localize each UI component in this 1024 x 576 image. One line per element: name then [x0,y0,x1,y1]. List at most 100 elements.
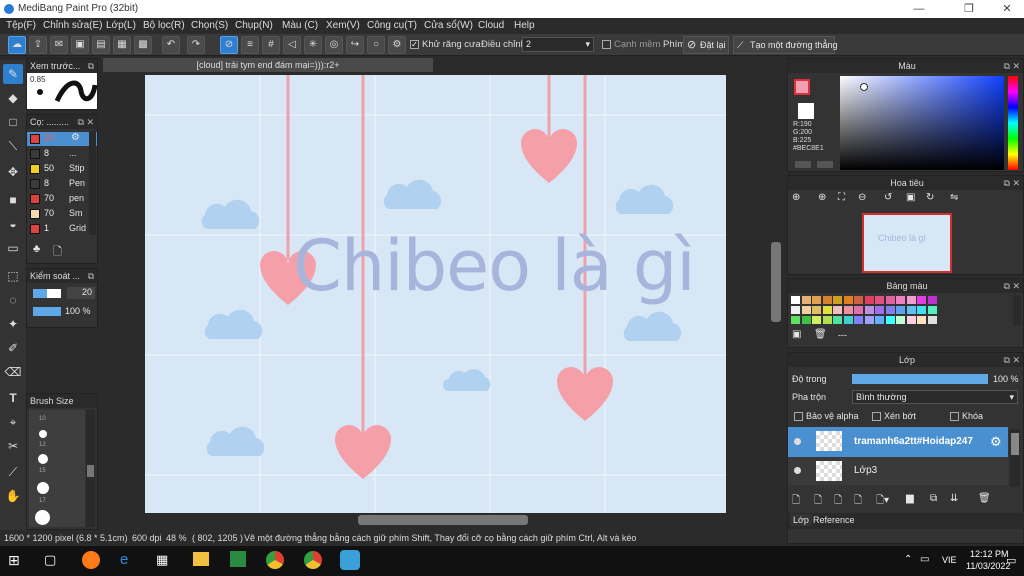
snap-radial-icon[interactable]: ✳ [304,36,322,54]
menu-file[interactable]: Tệp(F) [6,20,36,31]
eyedropper-tool-icon[interactable]: ⟋ [3,462,23,482]
firefox-icon[interactable] [82,551,100,569]
palette-swatch[interactable] [833,296,842,304]
grid-icon[interactable]: ▩ [134,36,152,54]
flip-icon[interactable]: ⇋ [950,192,958,203]
size-dot[interactable] [35,510,50,525]
snap-circle-icon[interactable]: ◎ [325,36,343,54]
minimize-button[interactable]: — [904,0,934,18]
palette-swatch[interactable] [927,316,937,324]
line-tool-icon[interactable]: ⟍ [3,136,23,156]
palette-swatch[interactable] [906,296,916,304]
palette-swatch[interactable] [875,296,884,304]
snap-cross-icon[interactable]: # [262,36,280,54]
fill-rect-tool-icon[interactable]: ■ [3,190,23,210]
size-dot[interactable] [37,482,49,494]
brush-item[interactable]: 50 Stip [27,162,97,176]
palette-swatch[interactable] [791,316,800,324]
palette-swatch[interactable] [917,306,926,314]
detach-icon[interactable]: ⧉ [88,59,94,73]
add-brush-icon[interactable]: ♣ [33,243,40,255]
layer-name[interactable]: Lớp3 [854,465,877,476]
divide-tool-icon[interactable]: ✂ [3,436,23,456]
palette-swatch[interactable] [875,316,884,324]
store-icon[interactable]: ▦ [156,552,168,568]
layer-scrollbar[interactable] [1010,429,1020,487]
new-layer-icon[interactable]: 🗋 [792,493,800,510]
palette-swatch[interactable] [875,306,884,314]
blend-select[interactable]: Bình thường ▾ [852,390,1018,404]
palette-swatch[interactable] [864,316,874,324]
clock-date[interactable]: 11/03/2022 [966,561,1010,571]
save-icon[interactable]: ▣ [71,36,89,54]
restore-button[interactable]: ❐ [954,0,984,18]
chevron-up-icon[interactable]: ⌃ [904,554,912,565]
size-dot[interactable] [38,454,48,464]
menu-capture[interactable]: Chụp(N) [235,20,273,31]
vertical-scrollbar[interactable] [770,74,782,512]
new-halftone-layer-icon[interactable]: 🗋 [814,493,822,510]
page-icon[interactable]: ▤ [92,36,110,54]
menu-select[interactable]: Chọn(S) [191,20,228,31]
merge-layer-icon[interactable]: ⇊ [950,493,958,504]
excel-icon[interactable] [230,551,246,567]
palette-swatch[interactable] [843,306,853,314]
palette-swatch[interactable] [833,316,842,324]
size-dot[interactable] [39,430,47,438]
clock-time[interactable]: 12:12 PM [970,549,1009,559]
palette-swatch[interactable] [843,316,853,324]
eye-icon[interactable] [794,467,801,474]
menu-view[interactable]: Xem(V) [326,20,360,31]
new-8bit-layer-icon[interactable]: 🗋 [834,493,842,510]
brush-scrollbar[interactable] [89,131,96,235]
select-tool-icon[interactable]: ⬚ [3,266,23,286]
brush-item[interactable]: 8... [27,147,97,161]
detach-icon[interactable]: ⧉ ✕ [1004,353,1020,367]
pages-icon[interactable]: ▦ [113,36,131,54]
layer-opacity-slider[interactable] [852,374,988,384]
menu-window[interactable]: Cửa sổ(W) [424,20,473,31]
palette-swatch[interactable] [864,296,874,304]
size-scrollbar[interactable] [86,410,95,527]
palette-swatch[interactable] [885,316,895,324]
hand-tool-icon[interactable]: ✋ [3,486,23,506]
navigator-thumbnail[interactable]: Chibeo là gì [862,213,952,273]
protect-alpha-toggle[interactable]: Bảo vệ alpha [794,411,859,422]
gear-icon[interactable]: ⚙ [990,434,1002,450]
detach-icon[interactable]: ⧉ ✕ [1004,59,1020,73]
menu-tools[interactable]: Công cụ(T) [367,20,417,31]
gradient-tool-icon[interactable]: ▭ [3,238,23,258]
edge-toggle[interactable]: Cạnh mềm [602,39,660,50]
close-button[interactable]: ✕ [992,0,1022,18]
undo-icon[interactable]: ↶ [162,36,180,54]
palette-swatch[interactable] [906,306,916,314]
select-pen-tool-icon[interactable]: ✐ [3,338,23,358]
size-slider[interactable] [33,289,61,298]
menu-help[interactable]: Help [514,20,535,31]
layer-row[interactable]: Lớp3 [788,457,1008,485]
edge-browser-icon[interactable]: e [120,551,128,568]
zoom-in-icon[interactable]: ⊕ [792,192,800,203]
detach-icon[interactable]: ⧉ ✕ [1004,176,1020,190]
brush-item[interactable]: 20 ⚙ [27,132,97,146]
clipping-checkbox[interactable] [872,412,881,422]
palette-swatch[interactable] [854,296,863,304]
palette-swatch[interactable] [791,306,800,314]
palette-swatch[interactable] [896,296,905,304]
medibang-taskbar-icon[interactable] [340,550,360,570]
antialias-checkbox[interactable]: ✓ [410,39,419,49]
tab-reference[interactable]: Reference [810,514,858,526]
brush-item[interactable]: 70 pen [27,192,97,206]
menu-filter[interactable]: Bộ lọc(R) [143,20,185,31]
add-color-icon[interactable]: ▣ [792,329,801,340]
palette-more[interactable]: --- [838,330,847,340]
palette-swatch[interactable] [822,296,832,304]
hue-slider[interactable] [1008,76,1018,170]
antialias-toggle[interactable]: ✓ Khử răng cưa [410,39,481,50]
edge-checkbox[interactable] [602,39,611,49]
palette-swatch[interactable] [896,306,905,314]
palette-swatch[interactable] [812,296,821,304]
brush-item[interactable]: 1 Grid [27,222,97,236]
file-explorer-icon[interactable] [193,552,209,566]
rotate-right-icon[interactable]: ↻ [926,192,934,203]
